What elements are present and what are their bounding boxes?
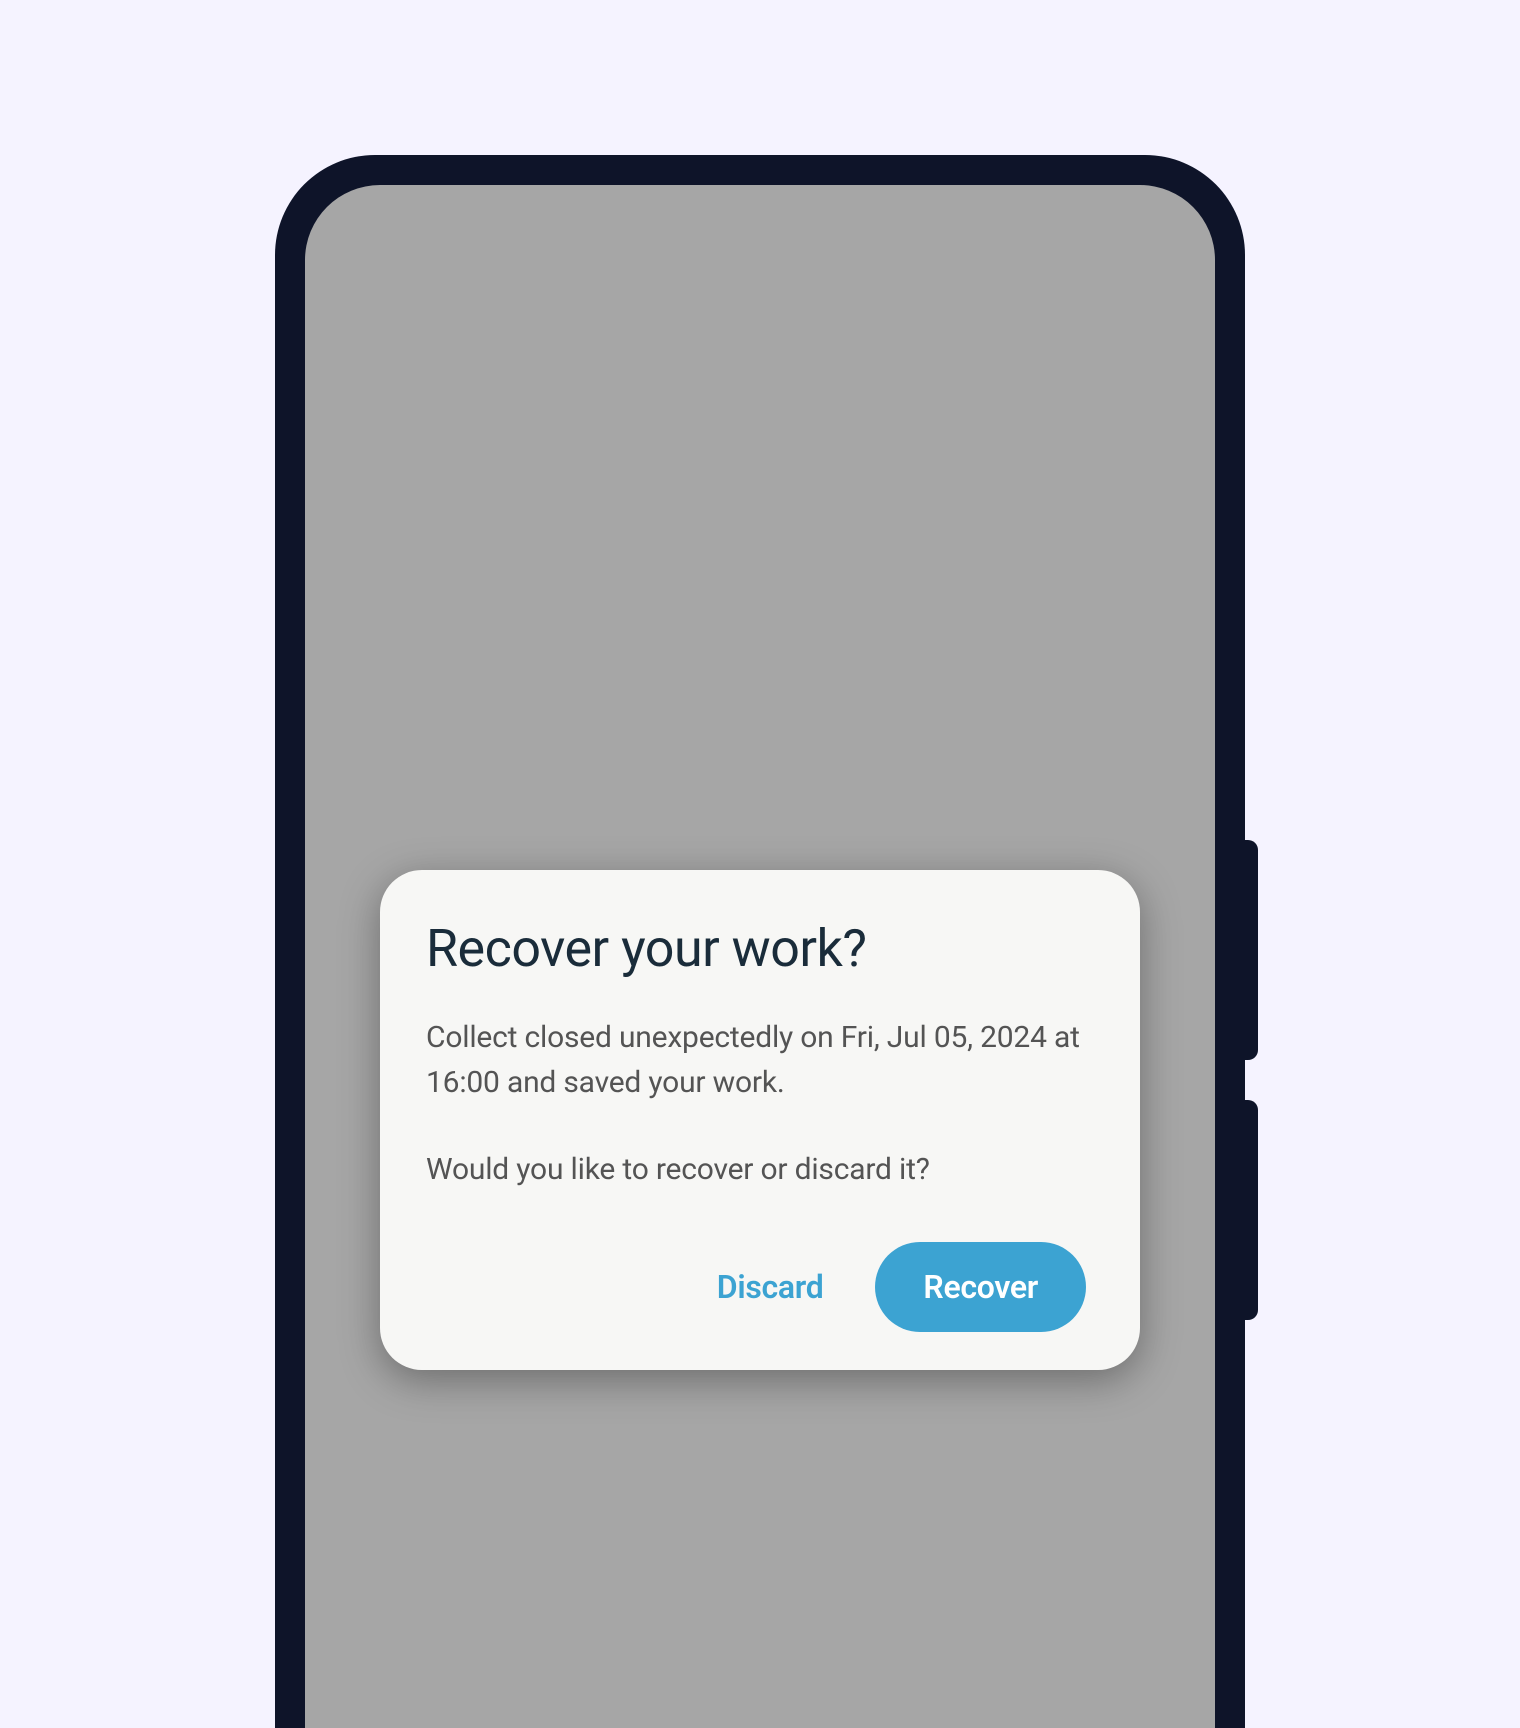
phone-side-button-top [1244, 840, 1258, 1060]
canvas-background: Recover your work? Collect closed unexpe… [0, 0, 1520, 1728]
dialog-actions: Discard Recover [426, 1242, 1094, 1332]
recover-work-dialog: Recover your work? Collect closed unexpe… [380, 870, 1140, 1370]
discard-button[interactable]: Discard [709, 1252, 832, 1322]
dialog-body-message: Collect closed unexpectedly on Fri, Jul … [426, 1015, 1094, 1105]
dialog-title: Recover your work? [426, 918, 1094, 979]
phone-side-button-bottom [1244, 1100, 1258, 1320]
dialog-body-prompt: Would you like to recover or discard it? [426, 1147, 1094, 1192]
recover-button[interactable]: Recover [875, 1242, 1086, 1332]
